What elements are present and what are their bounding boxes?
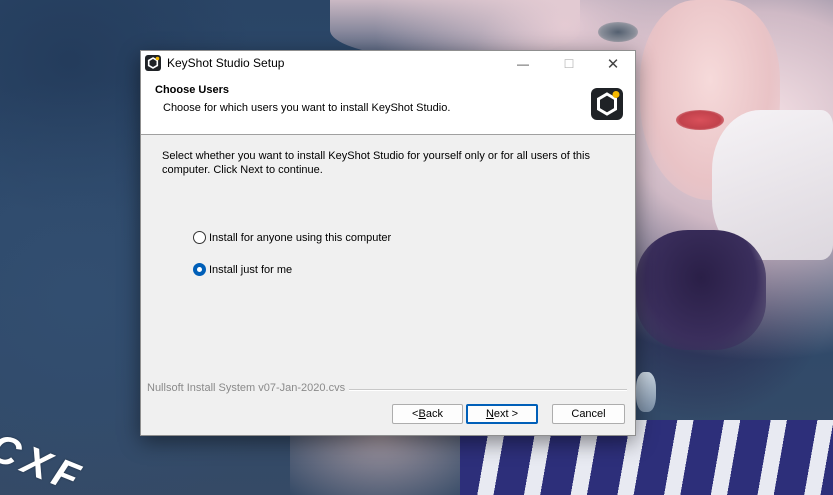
back-accel: B bbox=[418, 408, 426, 420]
setup-dialog: KeyShot Studio Setup — ☐ ✕ Choose Users … bbox=[140, 50, 636, 436]
installer-branding: Nullsoft Install System v07-Jan-2020.cvs bbox=[147, 382, 346, 394]
next-accel: N bbox=[485, 408, 494, 420]
page-header: Choose Users Choose for which users you … bbox=[141, 77, 635, 135]
wallpaper-collar bbox=[636, 230, 766, 350]
next-rest: ext > bbox=[493, 408, 519, 420]
next-button[interactable]: Next > bbox=[466, 404, 538, 424]
window-title: KeyShot Studio Setup bbox=[167, 56, 285, 70]
back-button[interactable]: < Back bbox=[392, 404, 463, 424]
wallpaper-lips bbox=[676, 110, 724, 130]
instruction-text: Select whether you want to install KeySh… bbox=[162, 150, 590, 176]
wallpaper-watermark: CXF bbox=[0, 425, 91, 495]
option-just-me[interactable]: Install just for me bbox=[193, 263, 292, 276]
cancel-button[interactable]: Cancel bbox=[552, 404, 625, 424]
option-all-users[interactable]: Install for anyone using this computer bbox=[193, 231, 391, 244]
page-title: Choose Users bbox=[155, 84, 229, 96]
keyshot-app-icon bbox=[145, 55, 161, 71]
maximize-button[interactable]: ☐ bbox=[547, 51, 591, 77]
title-bar[interactable]: KeyShot Studio Setup — ☐ ✕ bbox=[141, 51, 635, 77]
back-rest: ack bbox=[425, 408, 443, 420]
footer-divider bbox=[349, 389, 627, 391]
radio-all-users[interactable] bbox=[193, 231, 206, 244]
page-subtitle: Choose for which users you want to insta… bbox=[163, 102, 451, 114]
option-all-users-label: Install for anyone using this computer bbox=[209, 231, 392, 244]
wallpaper-earring bbox=[636, 372, 656, 412]
minimize-button[interactable]: — bbox=[501, 51, 545, 77]
close-button[interactable]: ✕ bbox=[591, 51, 635, 77]
radio-just-me[interactable] bbox=[193, 263, 206, 276]
keyshot-logo-icon bbox=[591, 88, 623, 120]
wallpaper-eye bbox=[598, 22, 638, 42]
option-just-me-label: Install just for me bbox=[209, 263, 293, 276]
